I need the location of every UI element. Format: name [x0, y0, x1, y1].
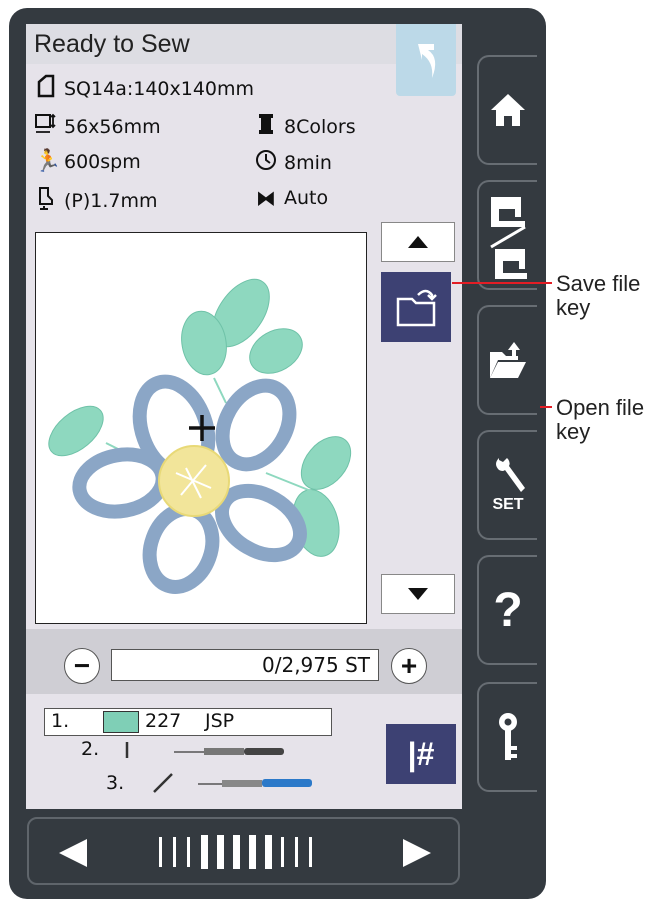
thread-indicator-2: [125, 742, 284, 758]
thread-spool-icon: [254, 112, 278, 141]
scroll-down-button[interactable]: [381, 574, 455, 614]
sewing-embroidery-mode-button[interactable]: [477, 180, 537, 290]
question-mark-icon: ?: [493, 583, 523, 637]
speed-value: 600spm: [64, 150, 141, 173]
page-title: Ready to Sew: [34, 30, 190, 58]
lcd-screen: Ready to Sew SQ14a:140x140mm 56x56mm 8Co…: [26, 24, 462, 809]
settings-button[interactable]: SET: [477, 430, 537, 540]
thread-code: 227: [145, 710, 182, 732]
presser-info: (P)1.7mm: [34, 186, 158, 215]
color-list-row-1[interactable]: 1. 227 JSP: [44, 708, 332, 736]
hoop-value: SQ14a:140x140mm: [64, 77, 255, 100]
home-button[interactable]: [477, 55, 537, 165]
wrench-icon: [496, 458, 525, 492]
save-callout-line: [452, 282, 552, 284]
running-figure-icon: 🏃: [34, 149, 62, 174]
triangle-down-icon: [408, 588, 428, 600]
time-value: 8min: [284, 151, 332, 174]
tension-icon: ⧓: [256, 186, 276, 210]
help-button[interactable]: ?: [477, 555, 537, 665]
tension-value: Auto: [284, 187, 329, 209]
size-info: 56x56mm: [34, 112, 161, 141]
size-value: 56x56mm: [64, 115, 161, 138]
tension-info: ⧓ Auto: [254, 186, 328, 210]
scroll-left-icon[interactable]: [59, 839, 89, 867]
hoop-icon: [34, 74, 58, 103]
minus-icon: −: [73, 650, 91, 681]
key-icon: [499, 713, 517, 760]
plus-icon: +: [400, 650, 418, 681]
lock-button[interactable]: [477, 682, 537, 792]
back-button[interactable]: [396, 24, 456, 96]
scroll-right-icon[interactable]: [401, 839, 431, 867]
presser-foot-icon: [34, 186, 58, 215]
color-index: 1.: [51, 710, 70, 732]
home-icon: [491, 94, 525, 126]
speed-info: 🏃 600spm: [34, 149, 141, 174]
design-scroll-bar: [27, 817, 460, 885]
stitch-minus-button[interactable]: −: [64, 648, 100, 684]
hoop-info: SQ14a:140x140mm: [34, 74, 254, 103]
color-index-2: 2.: [81, 738, 100, 760]
machine-mode-icon: [490, 197, 527, 279]
color-index-3: 3.: [106, 772, 125, 794]
needle-number-icon: |#: [407, 735, 435, 772]
return-arrow-icon: [418, 44, 436, 78]
stitch-counter-field: 0/2,975 ST: [111, 649, 379, 681]
scroll-up-button[interactable]: [381, 222, 455, 262]
open-file-callout: Open file key: [556, 395, 645, 444]
presser-value: (P)1.7mm: [64, 189, 158, 212]
time-info: 8min: [254, 149, 332, 176]
colors-value: 8Colors: [284, 115, 356, 138]
save-file-key[interactable]: [381, 272, 451, 342]
thread-list-key[interactable]: |#: [386, 724, 456, 784]
open-callout-line: [540, 406, 552, 408]
clock-icon: [254, 149, 278, 176]
colors-info: 8Colors: [254, 112, 356, 141]
thread-brand: JSP: [205, 710, 235, 732]
flower-design-image: [48, 278, 352, 594]
stitch-plus-button[interactable]: +: [391, 648, 427, 684]
thread-indicator-3: [153, 773, 312, 793]
size-icon: [34, 112, 58, 141]
open-folder-icon: [490, 342, 526, 378]
scroll-track-icon[interactable]: [159, 835, 329, 869]
save-file-icon: [396, 289, 437, 327]
set-label-icon: SET: [492, 496, 524, 513]
save-file-callout: Save file key: [556, 271, 641, 320]
design-preview[interactable]: [35, 232, 367, 624]
open-file-key[interactable]: [477, 305, 537, 415]
settings-icon-group: SET: [491, 456, 525, 514]
thread-color-swatch: [103, 711, 139, 733]
triangle-up-icon: [408, 236, 428, 248]
